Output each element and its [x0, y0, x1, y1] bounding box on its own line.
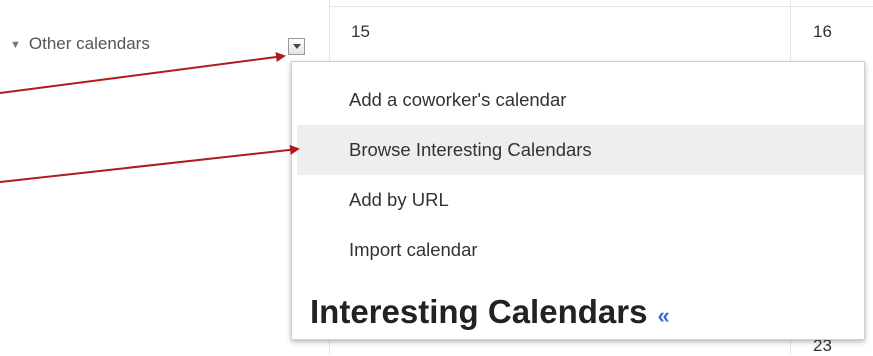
arrow-to-browse-item [0, 144, 300, 183]
arrow-to-dropdown-button [0, 52, 286, 94]
annotation-arrows [0, 52, 300, 183]
